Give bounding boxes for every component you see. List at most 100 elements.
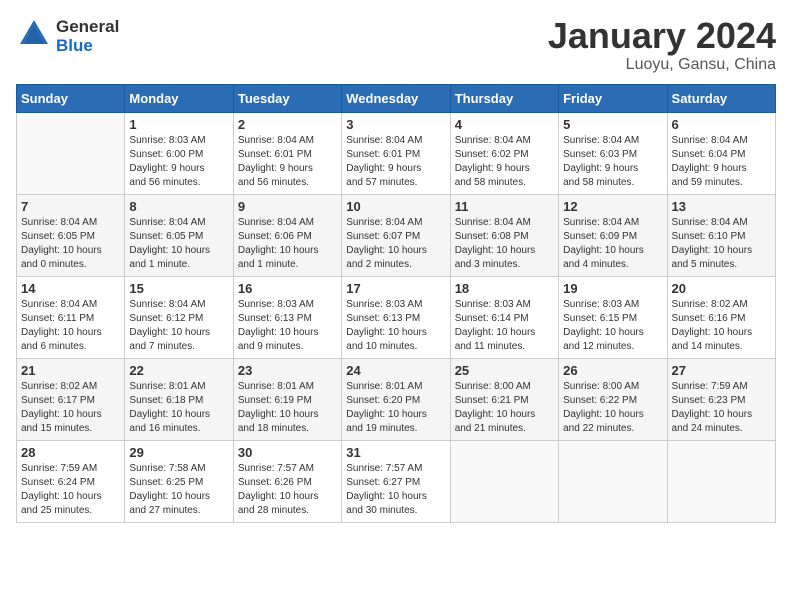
day-number: 16	[238, 281, 337, 296]
logo-graphic	[16, 16, 52, 57]
day-cell: 11 Sunrise: 8:04 AM Sunset: 6:08 PM Dayli…	[450, 194, 558, 276]
day-cell: 2 Sunrise: 8:04 AM Sunset: 6:01 PM Daylig…	[233, 112, 341, 194]
day-info: Sunrise: 8:01 AM Sunset: 6:18 PM Dayligh…	[129, 380, 228, 436]
logo-blue: Blue	[56, 37, 119, 56]
logo-general: General	[56, 18, 119, 37]
header-row: SundayMondayTuesdayWednesdayThursdayFrid…	[17, 84, 776, 112]
day-number: 1	[129, 117, 228, 132]
header-cell-friday: Friday	[559, 84, 667, 112]
day-cell: 25 Sunrise: 8:00 AM Sunset: 6:21 PM Dayli…	[450, 358, 558, 440]
day-info: Sunrise: 8:04 AM Sunset: 6:08 PM Dayligh…	[455, 216, 554, 272]
day-number: 6	[672, 117, 771, 132]
day-cell: 18 Sunrise: 8:03 AM Sunset: 6:14 PM Dayli…	[450, 276, 558, 358]
title-area: January 2024 Luoyu, Gansu, China	[548, 16, 776, 74]
day-number: 27	[672, 363, 771, 378]
day-cell: 15 Sunrise: 8:04 AM Sunset: 6:12 PM Dayli…	[125, 276, 233, 358]
day-cell: 16 Sunrise: 8:03 AM Sunset: 6:13 PM Dayli…	[233, 276, 341, 358]
day-info: Sunrise: 8:04 AM Sunset: 6:05 PM Dayligh…	[21, 216, 120, 272]
day-number: 22	[129, 363, 228, 378]
day-cell: 21 Sunrise: 8:02 AM Sunset: 6:17 PM Dayli…	[17, 358, 125, 440]
day-info: Sunrise: 8:01 AM Sunset: 6:19 PM Dayligh…	[238, 380, 337, 436]
day-number: 9	[238, 199, 337, 214]
day-cell: 23 Sunrise: 8:01 AM Sunset: 6:19 PM Dayli…	[233, 358, 341, 440]
day-number: 29	[129, 445, 228, 460]
day-cell: 19 Sunrise: 8:03 AM Sunset: 6:15 PM Dayli…	[559, 276, 667, 358]
day-info: Sunrise: 8:04 AM Sunset: 6:05 PM Dayligh…	[129, 216, 228, 272]
day-number: 21	[21, 363, 120, 378]
day-info: Sunrise: 8:00 AM Sunset: 6:22 PM Dayligh…	[563, 380, 662, 436]
header-cell-sunday: Sunday	[17, 84, 125, 112]
day-number: 14	[21, 281, 120, 296]
day-number: 11	[455, 199, 554, 214]
day-info: Sunrise: 8:03 AM Sunset: 6:14 PM Dayligh…	[455, 298, 554, 354]
week-row-3: 14 Sunrise: 8:04 AM Sunset: 6:11 PM Dayli…	[17, 276, 776, 358]
day-info: Sunrise: 8:00 AM Sunset: 6:21 PM Dayligh…	[455, 380, 554, 436]
logo-text: General Blue	[56, 18, 119, 55]
day-number: 2	[238, 117, 337, 132]
day-info: Sunrise: 8:04 AM Sunset: 6:06 PM Dayligh…	[238, 216, 337, 272]
day-cell: 6 Sunrise: 8:04 AM Sunset: 6:04 PM Daylig…	[667, 112, 775, 194]
day-number: 13	[672, 199, 771, 214]
day-cell: 12 Sunrise: 8:04 AM Sunset: 6:09 PM Dayli…	[559, 194, 667, 276]
logo: General Blue	[16, 16, 119, 57]
week-row-2: 7Sunrise: 8:04 AM Sunset: 6:05 PM Daylig…	[17, 194, 776, 276]
day-number: 26	[563, 363, 662, 378]
day-info: Sunrise: 8:02 AM Sunset: 6:17 PM Dayligh…	[21, 380, 120, 436]
header-cell-wednesday: Wednesday	[342, 84, 450, 112]
day-cell: 29 Sunrise: 7:58 AM Sunset: 6:25 PM Dayli…	[125, 440, 233, 522]
day-number: 18	[455, 281, 554, 296]
day-number: 28	[21, 445, 120, 460]
day-number: 20	[672, 281, 771, 296]
month-title: January 2024	[548, 16, 776, 56]
day-number: 19	[563, 281, 662, 296]
day-cell: 5 Sunrise: 8:04 AM Sunset: 6:03 PM Daylig…	[559, 112, 667, 194]
header: General Blue January 2024 Luoyu, Gansu, …	[16, 16, 776, 74]
day-info: Sunrise: 8:03 AM Sunset: 6:13 PM Dayligh…	[346, 298, 445, 354]
day-cell: 27Sunrise: 7:59 AM Sunset: 6:23 PM Dayli…	[667, 358, 775, 440]
day-info: Sunrise: 8:04 AM Sunset: 6:11 PM Dayligh…	[21, 298, 120, 354]
day-cell: 13 Sunrise: 8:04 AM Sunset: 6:10 PM Dayli…	[667, 194, 775, 276]
day-cell: 4Sunrise: 8:04 AM Sunset: 6:02 PM Daylig…	[450, 112, 558, 194]
day-number: 5	[563, 117, 662, 132]
day-cell: 3Sunrise: 8:04 AM Sunset: 6:01 PM Daylig…	[342, 112, 450, 194]
day-cell: 30Sunrise: 7:57 AM Sunset: 6:26 PM Dayli…	[233, 440, 341, 522]
week-row-5: 28 Sunrise: 7:59 AM Sunset: 6:24 PM Dayli…	[17, 440, 776, 522]
day-info: Sunrise: 8:02 AM Sunset: 6:16 PM Dayligh…	[672, 298, 771, 354]
day-info: Sunrise: 8:04 AM Sunset: 6:09 PM Dayligh…	[563, 216, 662, 272]
day-cell: 17Sunrise: 8:03 AM Sunset: 6:13 PM Dayli…	[342, 276, 450, 358]
day-info: Sunrise: 8:04 AM Sunset: 6:12 PM Dayligh…	[129, 298, 228, 354]
day-info: Sunrise: 8:04 AM Sunset: 6:02 PM Dayligh…	[455, 134, 554, 190]
day-cell: 10Sunrise: 8:04 AM Sunset: 6:07 PM Dayli…	[342, 194, 450, 276]
day-number: 12	[563, 199, 662, 214]
day-cell: 20 Sunrise: 8:02 AM Sunset: 6:16 PM Dayli…	[667, 276, 775, 358]
day-number: 10	[346, 199, 445, 214]
day-info: Sunrise: 8:03 AM Sunset: 6:15 PM Dayligh…	[563, 298, 662, 354]
day-cell: 22 Sunrise: 8:01 AM Sunset: 6:18 PM Dayli…	[125, 358, 233, 440]
day-info: Sunrise: 8:04 AM Sunset: 6:10 PM Dayligh…	[672, 216, 771, 272]
day-info: Sunrise: 8:01 AM Sunset: 6:20 PM Dayligh…	[346, 380, 445, 436]
day-cell: 26 Sunrise: 8:00 AM Sunset: 6:22 PM Dayli…	[559, 358, 667, 440]
day-number: 23	[238, 363, 337, 378]
day-cell: 1Sunrise: 8:03 AM Sunset: 6:00 PM Daylig…	[125, 112, 233, 194]
day-info: Sunrise: 7:59 AM Sunset: 6:24 PM Dayligh…	[21, 462, 120, 518]
day-cell: 8 Sunrise: 8:04 AM Sunset: 6:05 PM Daylig…	[125, 194, 233, 276]
day-cell: 31Sunrise: 7:57 AM Sunset: 6:27 PM Dayli…	[342, 440, 450, 522]
header-cell-saturday: Saturday	[667, 84, 775, 112]
day-number: 15	[129, 281, 228, 296]
day-cell: 9 Sunrise: 8:04 AM Sunset: 6:06 PM Daylig…	[233, 194, 341, 276]
calendar-table: SundayMondayTuesdayWednesdayThursdayFrid…	[16, 84, 776, 523]
day-info: Sunrise: 8:04 AM Sunset: 6:01 PM Dayligh…	[346, 134, 445, 190]
day-info: Sunrise: 8:04 AM Sunset: 6:01 PM Dayligh…	[238, 134, 337, 190]
day-info: Sunrise: 7:57 AM Sunset: 6:26 PM Dayligh…	[238, 462, 337, 518]
day-info: Sunrise: 8:04 AM Sunset: 6:03 PM Dayligh…	[563, 134, 662, 190]
day-number: 25	[455, 363, 554, 378]
header-cell-monday: Monday	[125, 84, 233, 112]
day-info: Sunrise: 8:03 AM Sunset: 6:13 PM Dayligh…	[238, 298, 337, 354]
day-info: Sunrise: 8:04 AM Sunset: 6:04 PM Dayligh…	[672, 134, 771, 190]
day-number: 24	[346, 363, 445, 378]
day-cell	[667, 440, 775, 522]
day-info: Sunrise: 7:58 AM Sunset: 6:25 PM Dayligh…	[129, 462, 228, 518]
day-cell: 24 Sunrise: 8:01 AM Sunset: 6:20 PM Dayli…	[342, 358, 450, 440]
day-cell: 7Sunrise: 8:04 AM Sunset: 6:05 PM Daylig…	[17, 194, 125, 276]
day-number: 8	[129, 199, 228, 214]
